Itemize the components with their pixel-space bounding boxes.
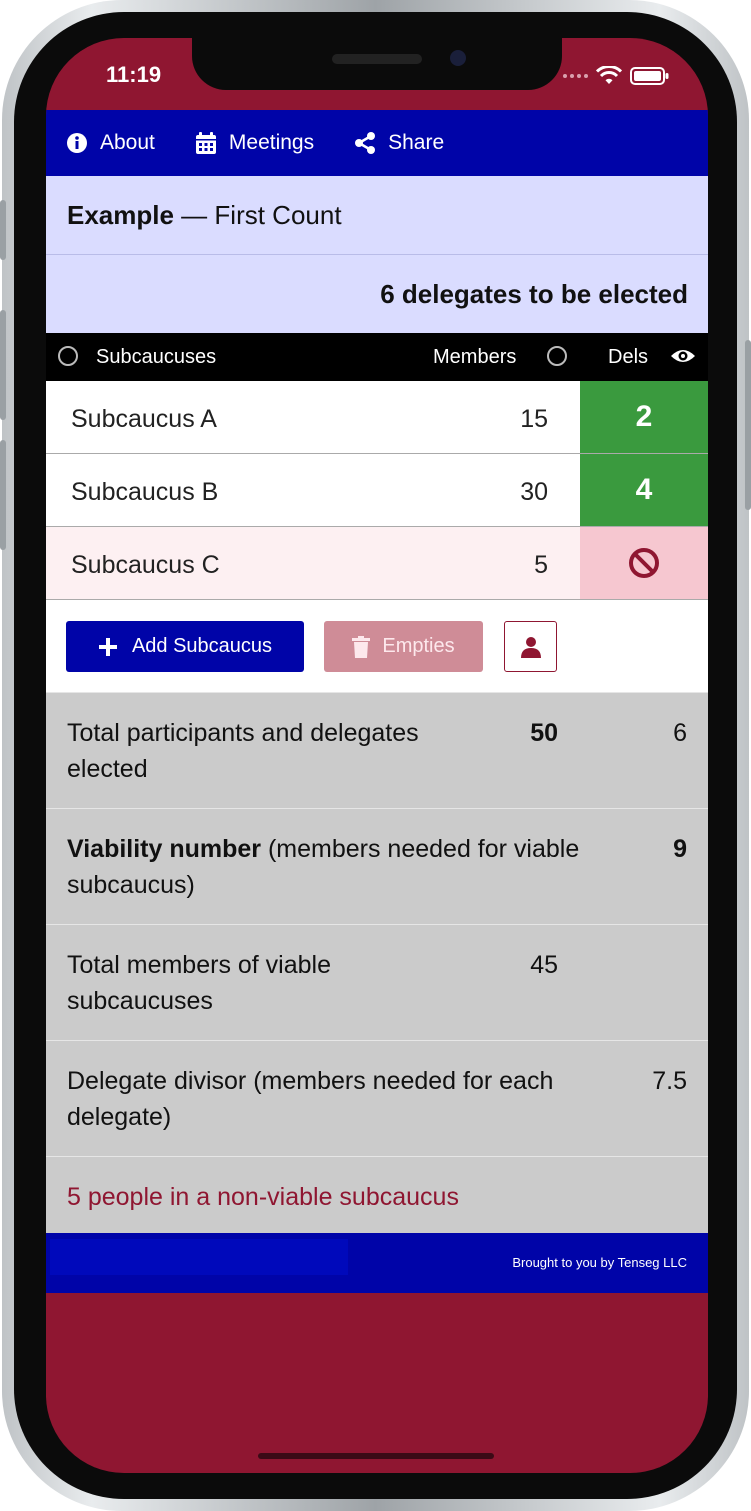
subcaucus-row[interactable]: Subcaucus B 30 4	[46, 454, 708, 527]
count-label: First Count	[214, 199, 342, 230]
subcaucus-row[interactable]: Subcaucus A 15 2	[46, 381, 708, 454]
col-subcaucuses[interactable]: Subcaucuses	[96, 346, 216, 369]
nav-about[interactable]: About	[66, 131, 155, 155]
nav-meetings[interactable]: Meetings	[195, 131, 314, 155]
add-subcaucus-button[interactable]: Add Subcaucus	[66, 621, 304, 672]
subcaucus-name[interactable]: Subcaucus A	[71, 405, 217, 434]
sort-by-members-radio[interactable]	[547, 346, 567, 366]
non-viable-cell	[580, 527, 708, 599]
total-participants-value: 50	[530, 719, 558, 747]
summary-panel: Total participants and delegates elected…	[46, 692, 708, 1233]
meeting-title[interactable]: Example — First Count	[46, 176, 708, 255]
eye-icon[interactable]	[670, 347, 696, 365]
nav-bar: About Meetings Share	[46, 110, 708, 176]
nav-meetings-label: Meetings	[228, 131, 315, 154]
title-separator: —	[173, 199, 215, 230]
share-icon	[355, 132, 376, 154]
subcaucus-members[interactable]: 15	[520, 405, 548, 434]
subcaucus-name[interactable]: Subcaucus B	[71, 478, 218, 507]
subcaucus-members[interactable]: 5	[534, 551, 548, 580]
status-icons	[563, 66, 670, 86]
nav-about-label: About	[100, 131, 155, 154]
ban-icon	[629, 548, 659, 578]
total-delegates-value: 6	[673, 719, 687, 747]
footer: Brought to you by Tenseg LLC	[46, 1233, 708, 1293]
divisor-label: Delegate divisor (members needed for eac…	[67, 1067, 554, 1131]
screen: 11:19 About Meetings Share Example — Fir…	[46, 38, 708, 1473]
battery-icon	[630, 67, 669, 85]
footer-banner	[50, 1239, 348, 1275]
viability-label-bold: Viability number	[67, 835, 262, 863]
viability-label: Viability number (members needed for via…	[67, 831, 607, 903]
wifi-icon	[596, 66, 622, 84]
remove-empties-button[interactable]: Empties	[324, 621, 483, 672]
nonviable-note: 5 people in a non-viable subcaucus	[67, 1183, 459, 1211]
subcaucus-delegates: 2	[580, 381, 708, 453]
meeting-name: Example	[67, 199, 174, 230]
plus-icon	[98, 637, 117, 656]
nav-share-label: Share	[388, 131, 445, 154]
notch	[192, 38, 562, 90]
nav-share[interactable]: Share	[354, 131, 444, 155]
volume-down-button	[0, 440, 6, 550]
app-content: About Meetings Share Example — First Cou…	[46, 110, 708, 1293]
total-label: Total participants and delegates elected	[67, 719, 419, 783]
divisor-value: 7.5	[652, 1067, 687, 1095]
total-participants-row: Total participants and delegates elected…	[46, 692, 708, 808]
divisor-row: Delegate divisor (members needed for eac…	[46, 1040, 708, 1156]
speaker-grille	[332, 54, 422, 64]
delegates-to-elect[interactable]: 6 delegates to be elected	[46, 255, 708, 333]
empties-label: Empties	[382, 635, 455, 657]
status-time: 11:19	[106, 62, 162, 87]
action-bar: Add Subcaucus Empties	[46, 600, 708, 692]
col-members[interactable]: Members	[433, 346, 516, 369]
power-button	[745, 340, 751, 510]
sort-by-name-radio[interactable]	[58, 346, 78, 366]
nonviable-note-row: 5 people in a non-viable subcaucus	[46, 1156, 708, 1233]
front-camera	[450, 50, 466, 66]
subcaucus-name[interactable]: Subcaucus C	[71, 551, 220, 580]
viability-value: 9	[673, 835, 687, 863]
mute-switch	[0, 200, 6, 260]
add-subcaucus-label: Add Subcaucus	[131, 635, 273, 657]
footer-credit[interactable]: Brought to you by Tenseg LLC	[512, 1255, 687, 1270]
volume-up-button	[0, 310, 6, 420]
viability-row: Viability number (members needed for via…	[46, 808, 708, 924]
table-header: Subcaucuses Members Dels	[46, 333, 708, 381]
viable-members-value: 45	[530, 951, 558, 979]
subcaucus-members[interactable]: 30	[520, 478, 548, 507]
calendar-icon	[195, 132, 216, 154]
viable-members-row: Total members of viable subcaucuses 45	[46, 924, 708, 1040]
person-icon	[520, 636, 541, 658]
subcaucus-row[interactable]: Subcaucus C 5	[46, 527, 708, 600]
cellular-signal-icon	[563, 74, 588, 78]
subcaucus-delegates: 4	[580, 454, 708, 526]
info-icon	[67, 133, 87, 153]
participant-button[interactable]	[504, 621, 557, 672]
viable-members-label: Total members of viable subcaucuses	[67, 951, 332, 1015]
trash-icon	[352, 635, 371, 658]
home-indicator[interactable]	[258, 1453, 494, 1459]
col-dels[interactable]: Dels	[608, 346, 648, 369]
